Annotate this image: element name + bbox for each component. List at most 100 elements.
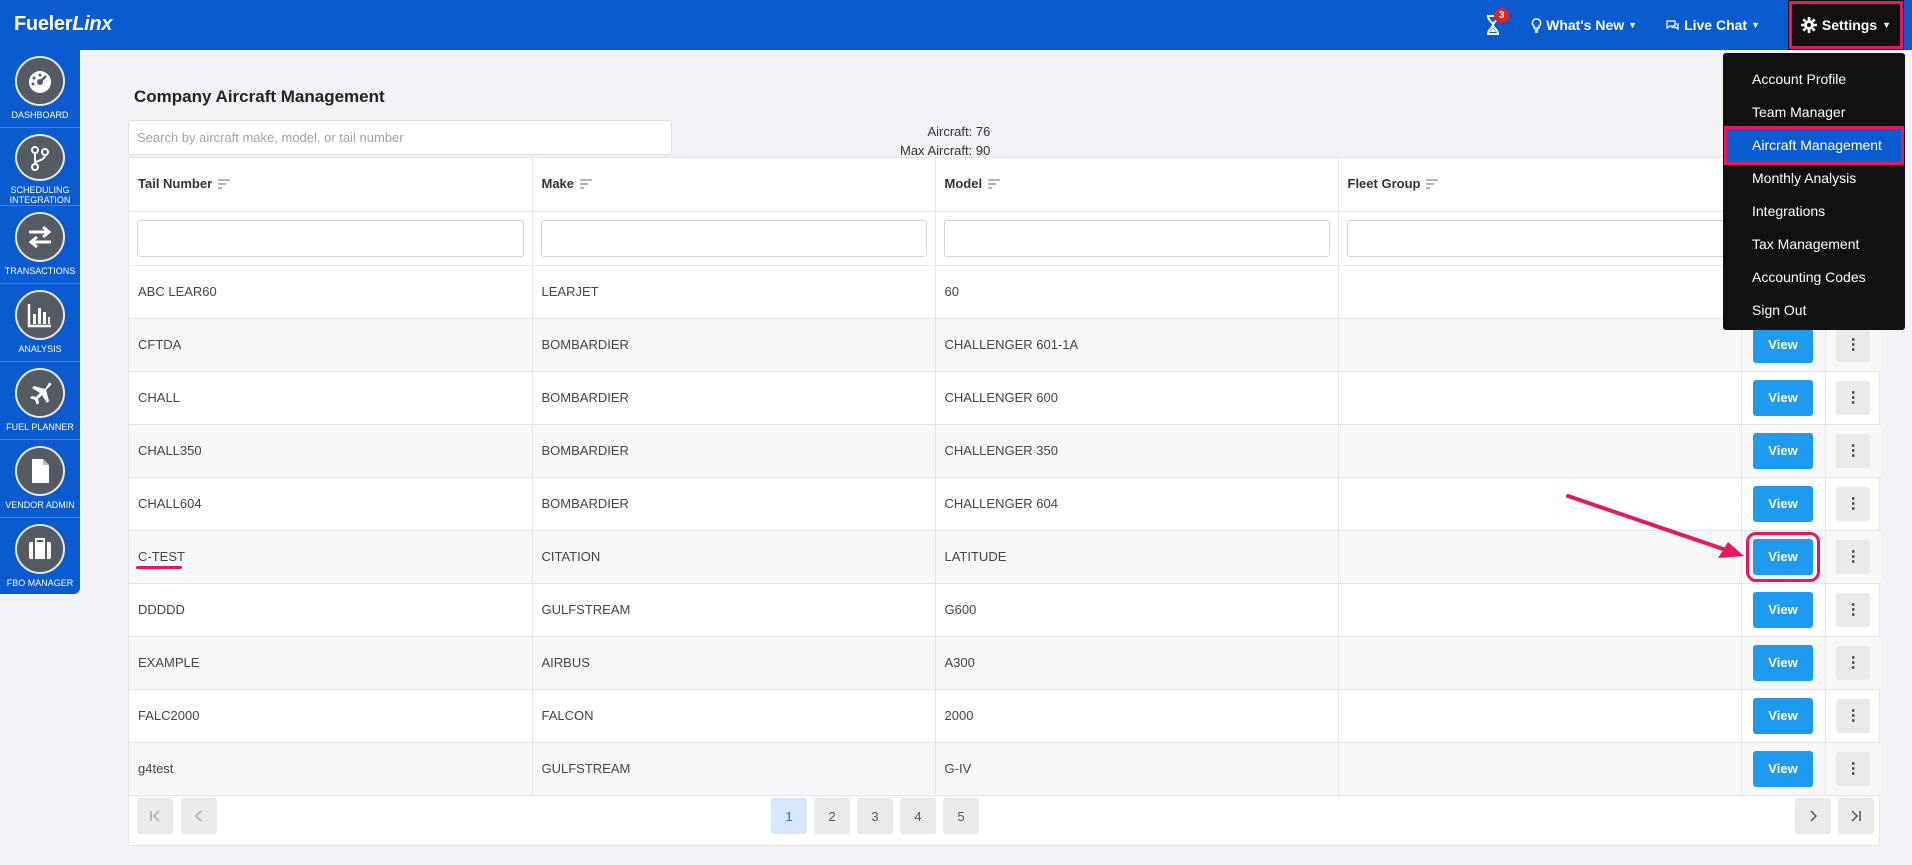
- more-options-button[interactable]: ⋮: [1836, 327, 1871, 362]
- menu-item-aircraft-management[interactable]: Aircraft Management: [1724, 126, 1904, 165]
- fleet-group-cell: [1338, 424, 1742, 478]
- filter-cell: [532, 211, 936, 266]
- model-filter-input[interactable]: [943, 219, 1330, 257]
- fleet-group-filter-input[interactable]: [1346, 219, 1733, 257]
- plane-icon: [15, 368, 65, 418]
- make-cell: GULFSTREAM: [532, 583, 936, 637]
- notification-count-badge: 3: [1494, 8, 1510, 23]
- menu-item-integrations[interactable]: Integrations: [1723, 195, 1905, 228]
- sidebar-item-dashboard[interactable]: DASHBOARD: [0, 50, 80, 128]
- menu-item-team-manager[interactable]: Team Manager: [1723, 96, 1905, 129]
- sidebar-item-scheduling-integration[interactable]: SCHEDULING INTEGRATION: [0, 128, 80, 206]
- whats-new-menu[interactable]: What's New ▼: [1531, 17, 1637, 33]
- menu-item-sign-out[interactable]: Sign Out: [1723, 294, 1905, 327]
- column-header-label: Fleet Group: [1347, 176, 1421, 192]
- view-button[interactable]: View: [1753, 697, 1813, 734]
- make-cell: LEARJET: [532, 265, 936, 319]
- column-header-fleet-group[interactable]: Fleet Group: [1338, 158, 1742, 212]
- table-row: C-TEST CITATION LATITUDE View ⋮: [129, 530, 1881, 584]
- hourglass-notifications-button[interactable]: 3: [1481, 8, 1510, 38]
- view-button[interactable]: View: [1746, 531, 1820, 582]
- last-page-button[interactable]: [1838, 798, 1874, 834]
- view-button[interactable]: View: [1753, 326, 1813, 363]
- page-button-3[interactable]: 3: [857, 798, 893, 834]
- live-chat-menu[interactable]: Live Chat ▼: [1665, 17, 1760, 33]
- page-button-5[interactable]: 5: [943, 798, 979, 834]
- view-cell: View: [1741, 424, 1826, 478]
- view-button[interactable]: View: [1753, 591, 1813, 628]
- filter-cell: [129, 211, 533, 266]
- dashboard-icon: [15, 56, 65, 106]
- previous-page-button[interactable]: [181, 798, 217, 834]
- page-button-2[interactable]: 2: [814, 798, 850, 834]
- make-cell: BOMBARDIER: [532, 424, 936, 478]
- sort-icon[interactable]: [1426, 177, 1439, 192]
- vertical-ellipsis-icon: ⋮: [1845, 653, 1861, 671]
- tail-number-cell: C-TEST: [129, 530, 533, 584]
- fleet-group-cell: [1338, 530, 1742, 584]
- sidebar-item-vendor-admin[interactable]: VENDOR ADMIN: [0, 440, 80, 518]
- more-options-button[interactable]: ⋮: [1836, 380, 1871, 415]
- view-cell: View: [1741, 583, 1826, 637]
- view-button[interactable]: View: [1753, 379, 1813, 416]
- view-button[interactable]: View: [1753, 750, 1813, 787]
- fleet-group-cell: [1338, 371, 1742, 425]
- more-options-button[interactable]: ⋮: [1836, 698, 1871, 733]
- menu-item-tax-management[interactable]: Tax Management: [1723, 228, 1905, 261]
- menu-item-monthly-analysis[interactable]: Monthly Analysis: [1723, 162, 1905, 195]
- sidebar-item-transactions[interactable]: TRANSACTIONS: [0, 206, 80, 284]
- sidebar-item-label: VENDOR ADMIN: [5, 500, 75, 510]
- filter-cell: [1338, 211, 1742, 266]
- more-options-button[interactable]: ⋮: [1836, 751, 1871, 786]
- make-filter-input[interactable]: [540, 219, 927, 257]
- live-chat-label: Live Chat: [1684, 17, 1748, 33]
- sidebar-item-label: DASHBOARD: [11, 110, 69, 120]
- chevron-right-icon: [1810, 810, 1818, 822]
- view-button[interactable]: View: [1753, 485, 1813, 522]
- make-cell: AIRBUS: [532, 636, 936, 690]
- sidebar-item-fuel-planner[interactable]: FUEL PLANNER: [0, 362, 80, 440]
- gear-icon: [1800, 17, 1817, 33]
- sidebar-item-label: ANALYSIS: [18, 344, 62, 354]
- view-button[interactable]: View: [1753, 432, 1813, 469]
- sort-icon[interactable]: [580, 177, 593, 192]
- more-options-button[interactable]: ⋮: [1836, 433, 1871, 468]
- sidebar-item-label: TRANSACTIONS: [4, 266, 76, 276]
- more-options-button[interactable]: ⋮: [1836, 645, 1871, 680]
- column-header-tail-number[interactable]: Tail Number: [129, 158, 533, 212]
- first-page-button[interactable]: [137, 798, 173, 834]
- table-row: CHALL604 BOMBARDIER CHALLENGER 604 View ⋮: [129, 477, 1881, 531]
- more-options-button[interactable]: ⋮: [1836, 486, 1871, 521]
- tail-number-cell: CHALL350: [129, 424, 533, 478]
- view-cell: View: [1741, 530, 1826, 584]
- column-header-make[interactable]: Make: [532, 158, 936, 212]
- tail-number-cell: g4test: [129, 742, 533, 796]
- first-page-icon: [150, 810, 160, 822]
- view-cell: View: [1741, 371, 1826, 425]
- tail-number-filter-input[interactable]: [137, 219, 524, 257]
- menu-item-account-profile[interactable]: Account Profile: [1723, 63, 1905, 96]
- settings-dropdown-menu: Account Profile Team Manager Aircraft Ma…: [1723, 53, 1905, 330]
- vertical-ellipsis-icon: ⋮: [1845, 335, 1861, 353]
- settings-button[interactable]: Settings ▼: [1788, 0, 1904, 50]
- page-button-1[interactable]: 1: [771, 798, 807, 834]
- vertical-ellipsis-icon: ⋮: [1845, 441, 1861, 459]
- more-options-button[interactable]: ⋮: [1836, 539, 1871, 574]
- aircraft-search-input[interactable]: [128, 120, 672, 155]
- next-page-button[interactable]: [1795, 798, 1831, 834]
- sort-icon[interactable]: [988, 177, 1001, 192]
- table-row: EXAMPLE AIRBUS A300 View ⋮: [129, 636, 1881, 690]
- column-header-model[interactable]: Model: [935, 158, 1339, 212]
- tail-number-text: EXAMPLE: [138, 655, 200, 670]
- chevron-down-icon: ▼: [1628, 20, 1638, 30]
- sort-icon[interactable]: [218, 177, 231, 192]
- more-options-button[interactable]: ⋮: [1836, 592, 1871, 627]
- app-logo[interactable]: FuelerLinx: [14, 13, 112, 36]
- model-cell: G600: [935, 583, 1339, 637]
- sidebar-item-analysis[interactable]: ANALYSIS: [0, 284, 80, 362]
- page-button-4[interactable]: 4: [900, 798, 936, 834]
- sidebar-item-fbo-manager[interactable]: FBO MANAGER: [0, 518, 80, 596]
- top-actions: 3 What's New ▼ Live Chat ▼ Settings ▼: [1481, 0, 1912, 50]
- menu-item-accounting-codes[interactable]: Accounting Codes: [1723, 261, 1905, 294]
- view-button[interactable]: View: [1753, 644, 1813, 681]
